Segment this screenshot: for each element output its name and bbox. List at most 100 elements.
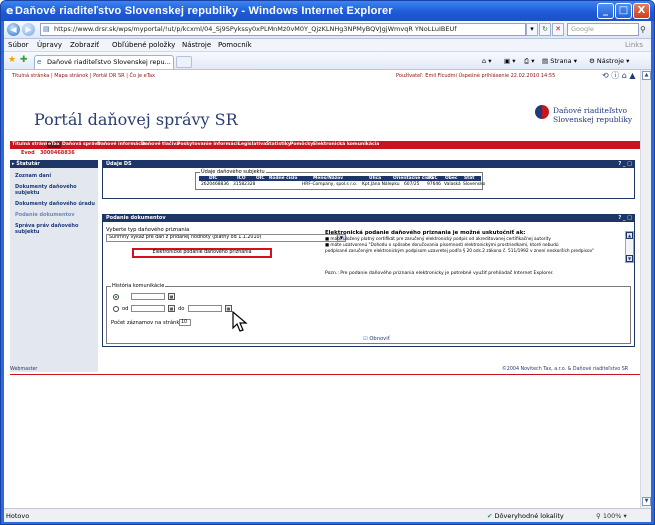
status-text: Hotovo (6, 512, 30, 520)
refresh-icon[interactable]: ↻ (539, 23, 551, 36)
ds-fieldset-legend: Údaje daňového subjektu (200, 169, 266, 175)
links-label[interactable]: Links (625, 41, 643, 49)
sidebar-item-podanie-dokumentov[interactable]: Podanie dokumentov (15, 212, 95, 218)
nav-poskytovanie[interactable]: Poskytovanie informácií (177, 142, 239, 148)
address-input[interactable]: ▤ https://www.drsr.sk/wps/myportal/!ut/p… (40, 23, 526, 36)
nav-statistiky[interactable]: Štatistiky (266, 142, 291, 148)
info-scrollbar[interactable]: ▲ ▼ (625, 231, 634, 263)
tab-title: Daňové riaditeľstvo Slovenskej repu... (47, 58, 171, 66)
sidebar-item-zoznam-dani[interactable]: Zoznam daní (15, 173, 95, 179)
top-tool-icons[interactable]: ⟲ ⓘ ⌂ ▲ (602, 70, 636, 81)
date-from-input[interactable] (131, 305, 165, 312)
menu-help[interactable]: Pomocník (218, 41, 252, 50)
scroll-down-icon[interactable]: ▼ (626, 255, 633, 262)
menu-file[interactable]: Súbor (8, 41, 28, 50)
nav-danove-tlaciva[interactable]: Daňové tlačivá (141, 142, 179, 148)
nav-etax[interactable]: eTax (47, 142, 61, 148)
history-legend: História komunikácie (111, 283, 166, 289)
menu-edit[interactable]: Úpravy (37, 41, 62, 50)
zoom-icon: ⚲ (596, 512, 601, 520)
col-stat: Štát (464, 176, 475, 181)
zoom-value: 100% (602, 512, 622, 520)
nav-legislativa[interactable]: Legislatíva (238, 142, 266, 148)
add-favorite-icon[interactable]: ✚ (20, 55, 28, 66)
date-input-single[interactable] (131, 293, 165, 300)
cell-dic: 2620468836 (201, 182, 229, 187)
select-value: Súhrnný výkaz pre daň z pridanej hodnoty… (109, 235, 262, 240)
stop-icon[interactable]: ✕ (552, 23, 564, 36)
ds-panel-controls[interactable]: ? _ □ (618, 161, 632, 168)
page-count-input[interactable]: 10 (179, 319, 191, 326)
nav-danova-sprava[interactable]: Daňová správa (62, 142, 101, 148)
webmaster-link[interactable]: Webmaster (10, 367, 37, 372)
address-toolbar: ◀ ▶ ▤ https://www.drsr.sk/wps/myportal/!… (4, 21, 651, 39)
nav-danove-informacie[interactable]: Daňové informácie (97, 142, 146, 148)
page-scroll-up-icon[interactable]: ▲ (642, 71, 651, 80)
title-bar[interactable]: e Daňové riaditeľstvo Slovenskej republi… (1, 1, 654, 21)
favorites-star-icon[interactable]: ★ (8, 55, 16, 66)
tools-menu-label: Nástroje (596, 57, 624, 65)
radio-all[interactable] (113, 294, 119, 300)
browser-window: e Daňové riaditeľstvo Slovenskej republi… (0, 0, 655, 525)
new-tab-button[interactable] (176, 56, 192, 68)
favorites-bar: ★ ✚ e Daňové riaditeľstvo Slovenskej rep… (4, 52, 651, 70)
sidebar-head[interactable]: ▸ Štatutár (10, 160, 98, 168)
col-oic: OIČ (256, 176, 265, 181)
page-scroll-down-icon[interactable]: ▼ (642, 497, 651, 506)
ds-grid-header: DIČ IČO OIČ Rodné číslo Meno/Názov Ulica… (199, 176, 481, 181)
footer-divider (10, 374, 640, 375)
menu-favorites[interactable]: Obľúbené položky (112, 41, 175, 50)
nav-home[interactable]: Titulná stránka (12, 142, 51, 148)
calendar-from-icon[interactable]: ▦ (168, 305, 175, 312)
forward-arrow-icon[interactable]: ▶ (22, 23, 35, 36)
scroll-up-icon[interactable]: ▲ (626, 232, 633, 239)
sidebar-item-sprava-prav[interactable]: Správa práv daňového subjektu (15, 223, 95, 235)
main-nav: Titulná stránka eTax Daňová správa Daňov… (10, 141, 640, 149)
tools-menu[interactable]: ⚙ Nástroje ▾ (589, 56, 629, 66)
window-title: Daňové riaditeľstvo Slovenskej republiky… (15, 5, 393, 17)
calendar-to-icon[interactable]: ▦ (225, 305, 232, 312)
home-icon[interactable]: ⌂ ▾ (482, 56, 491, 66)
table-row: 2620468836 31582328 HRF-Company, spol.s … (199, 182, 485, 187)
menu-view[interactable]: Zobraziť (70, 41, 99, 50)
ds-fieldset: Údaje daňového subjektu DIČ IČO OIČ Rodn… (195, 169, 485, 190)
page-menu[interactable]: ▤ Strana ▾ (542, 56, 577, 66)
page-scrollbar[interactable]: ▲ ▼ (640, 70, 651, 508)
podanie-panel-controls[interactable]: ? _ □ (618, 215, 632, 222)
refresh-link[interactable]: ☑ Obnoviť (363, 336, 390, 342)
podanie-panel: Podanie dokumentov ? _ □ Vyberte typ daň… (102, 214, 635, 347)
nav-pomocky[interactable]: Pomôcky (290, 142, 313, 148)
sidebar-item-dokumenty-uradu[interactable]: Dokumenty daňového úradu (15, 201, 95, 207)
top-links[interactable]: Titulná stránka | Mapa stránok | Portál … (12, 73, 155, 79)
calendar-icon[interactable]: ▦ (168, 293, 175, 300)
maximize-button[interactable]: □ (615, 3, 632, 19)
info-box: Elektronická podanie daňového priznania … (325, 230, 625, 276)
page-count-label: Počet záznamov na stránke (111, 320, 183, 326)
minimize-button[interactable]: _ (597, 3, 614, 19)
info-bullet-2: ■ máte uzatvorenú "Dohodu o spôsobe doru… (325, 243, 559, 248)
search-icon[interactable]: ⚲ (640, 23, 650, 36)
portal-title: Portál daňovej správy SR (34, 110, 238, 129)
nav-elektronicka-komunikacia[interactable]: Elektronická komunikácia (313, 142, 379, 148)
electronic-submit-button[interactable]: Elektronické podanie daňového priznania (132, 248, 272, 258)
evod-number: 3000468836 (39, 150, 75, 156)
back-arrow-icon[interactable]: ◀ (7, 23, 20, 36)
browser-tab[interactable]: e Daňové riaditeľstvo Slovenskej repu... (34, 55, 174, 69)
evod-label: Evod (21, 150, 35, 156)
radio-range[interactable] (113, 306, 119, 312)
feeds-icon[interactable]: ▣ ▾ (504, 56, 515, 66)
print-icon[interactable]: ⎙ ▾ (524, 56, 535, 66)
address-dropdown-icon[interactable]: ▾ (526, 23, 538, 36)
close-button[interactable]: X (633, 3, 650, 19)
menu-tools[interactable]: Nástroje (182, 41, 211, 50)
cell-ico: 31582328 (233, 182, 256, 187)
cell-obec: Valaská (444, 182, 461, 187)
date-to-input[interactable] (188, 305, 222, 312)
sidebar-item-dokumenty-subjektu[interactable]: Dokumenty daňového subjektu (15, 184, 95, 196)
search-input[interactable]: Google (567, 23, 639, 36)
cell-orientacne-cislo: 607/25 (404, 182, 420, 187)
zoom-control[interactable]: ⚲ 100% ▾ (596, 512, 627, 520)
priznanie-type-select[interactable]: Súhrnný výkaz pre daň z pridanej hodnoty… (106, 234, 346, 242)
col-meno: Meno/Názov (313, 176, 344, 181)
col-ico: IČO (237, 176, 246, 181)
